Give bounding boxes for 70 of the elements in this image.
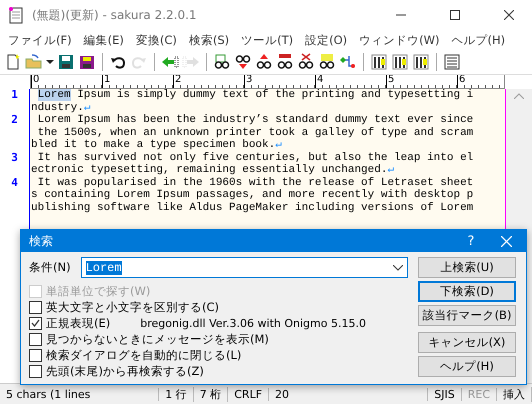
status-text: 挿入	[497, 386, 532, 402]
option-label: 検索ダイアログを自動的に閉じる(L)	[46, 348, 242, 362]
binoculars-icon[interactable]	[297, 53, 315, 71]
dialog-button[interactable]: キャンセル(X)	[418, 332, 516, 353]
menu-item[interactable]: ファイル(F)	[2, 32, 78, 48]
menu-item[interactable]: 設定(O)	[299, 32, 354, 48]
line-number: 3	[10, 152, 19, 164]
wrench-icon[interactable]	[412, 53, 430, 71]
chevron-down-icon[interactable]	[393, 264, 403, 270]
dialog-button[interactable]: 下検索(D)	[418, 281, 516, 302]
list-icon[interactable]	[443, 53, 461, 71]
binoculars-icon[interactable]	[255, 53, 273, 71]
status-text: REC	[462, 388, 498, 400]
menu-item[interactable]: 変換(C)	[130, 32, 183, 48]
notepad-icon	[8, 6, 24, 24]
text-line: It was popularised in the 1960s with the release of Letraset sheet	[36, 176, 474, 189]
status-text: 7 桁	[194, 386, 228, 402]
line-number: 1	[10, 89, 19, 102]
wrench-icon[interactable]	[370, 53, 388, 71]
line-number: 2	[10, 114, 19, 126]
menu-item[interactable]: ツール(T)	[235, 32, 300, 48]
checkbox[interactable]	[29, 332, 42, 346]
line-number: 4	[10, 176, 19, 189]
ruler-label: 1	[103, 75, 110, 85]
ruler-label: 5	[387, 75, 394, 85]
status-text: CRLF	[228, 388, 270, 400]
dialog-button[interactable]: 上検索(U)	[418, 257, 516, 278]
window-title: (無題)(更新) - sakura 2.2.0.1	[32, 6, 198, 24]
text-line: s containing Lorem Ipsum passages, and more recently with desktop p	[31, 189, 474, 202]
text-line: ndustry.↵	[31, 102, 92, 114]
checkbox[interactable]	[29, 316, 42, 330]
help-button[interactable]: ?	[456, 234, 486, 248]
folder-icon[interactable]	[25, 53, 43, 71]
checkbox[interactable]	[29, 348, 42, 362]
option-label: 先頭(末尾)から再検索する(Z)	[46, 364, 204, 378]
dialog-title: 検索	[29, 232, 54, 250]
text-line: ectronic typesetting, remaining essentially unchanged.↵	[31, 164, 396, 176]
text-line: bled it to make a type specimen book.↵	[31, 139, 283, 152]
binoculars-icon[interactable]	[213, 53, 231, 71]
caret-icon[interactable]	[46, 60, 54, 64]
version-note: bregonig.dll Ver.3.06 with Onigmo 5.15.0	[140, 316, 366, 330]
binoculars-icon[interactable]	[318, 53, 336, 71]
menu-item[interactable]: 検索(S)	[182, 32, 236, 48]
text-line: ublishing software like Aldus PageMaker including versions of Lorem	[31, 202, 474, 214]
text-line: Lorem Ipsum is simply dummy text of the printing and typesetting i	[36, 89, 474, 102]
option-label: 英大文字と小文字を区別する(C)	[46, 300, 220, 314]
search-combo[interactable]: Lorem	[80, 257, 408, 278]
ruler-label: 4	[316, 75, 324, 85]
tree-diagram-icon[interactable]	[339, 53, 357, 71]
binoculars-icon[interactable]	[276, 53, 294, 71]
text-line: It has survived not only five centuries, but also the leap into el	[36, 152, 474, 164]
wrench-icon[interactable]	[391, 53, 409, 71]
checkbox[interactable]	[29, 300, 42, 314]
text-line: the 1500s, when an unknown printer took a galley of type and scram	[36, 126, 474, 139]
dialog-button[interactable]: 該当行マーク(B)	[418, 305, 516, 326]
option-label: 正規表現(E)	[46, 316, 110, 330]
text-line: Lorem Ipsum has been the industry’s standard dummy text ever since	[36, 114, 474, 126]
checkbox[interactable]	[29, 364, 42, 378]
condition-label: 条件(N)	[29, 260, 71, 275]
status-text: SJIS	[428, 388, 462, 400]
status-text: 20	[269, 388, 428, 400]
menu-item[interactable]: ヘルプ(H)	[446, 32, 512, 48]
dialog-button[interactable]: ヘルプ(H)	[418, 356, 516, 377]
status-text: 1 行	[159, 386, 194, 402]
binoculars-icon[interactable]	[234, 53, 252, 71]
option-label: 見つからないときにメッセージを表示(M)	[46, 332, 269, 346]
menu-item[interactable]: ウィンドウ(W)	[353, 32, 446, 48]
status-text: 5 chars (1 lines	[0, 388, 160, 400]
menu-item[interactable]: 編集(E)	[78, 32, 130, 48]
option-label: 単語単位で探す(W)	[46, 284, 150, 298]
